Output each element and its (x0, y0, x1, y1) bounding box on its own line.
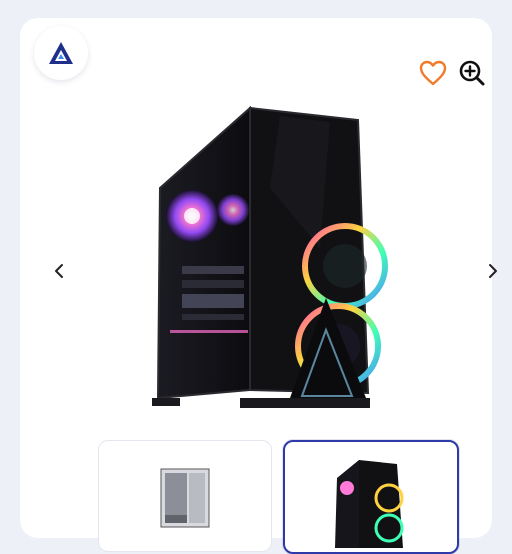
zoom-in-icon (459, 60, 485, 86)
thumbnail-1[interactable] (98, 440, 272, 552)
thumbnail-image (335, 460, 404, 548)
heart-icon (419, 60, 447, 86)
thumbnail-image (160, 468, 210, 528)
favorite-button[interactable] (416, 56, 450, 90)
thumbnail-2[interactable] (283, 440, 459, 554)
zoom-button[interactable] (455, 56, 489, 90)
product-card (20, 18, 497, 554)
next-image-button[interactable] (482, 256, 504, 286)
triangle-logo-icon (49, 42, 73, 64)
chevron-left-icon (55, 264, 63, 278)
product-main-image (152, 105, 388, 408)
previous-image-button[interactable] (48, 256, 70, 286)
chevron-right-icon (489, 264, 497, 278)
brand-logo[interactable] (34, 26, 88, 80)
